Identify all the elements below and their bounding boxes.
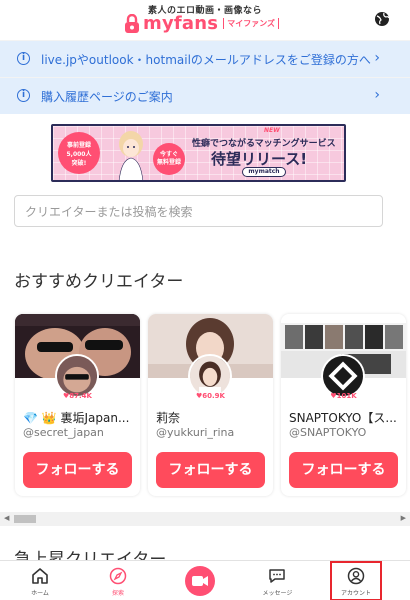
nav-explore[interactable]: 探索	[98, 561, 138, 600]
horizontal-scrollbar[interactable]: ◀ ▶	[0, 512, 410, 526]
promo-badge-registration: 事前登録 5,000人 突破!	[58, 132, 100, 174]
follow-button[interactable]: フォローする	[156, 452, 265, 488]
promo-brand-pill: mymatch	[242, 167, 286, 177]
creator-handle: @yukkuri_rina	[156, 426, 235, 439]
nav-live[interactable]	[180, 561, 220, 600]
follow-button[interactable]: フォローする	[289, 452, 398, 488]
creator-likes: ♥87.4K	[63, 392, 92, 400]
creator-card[interactable]: ♥87.4K 💎 👑 裏垢Japan... @secret_japan フォロー…	[15, 314, 140, 496]
nav-label: メッセージ	[262, 590, 293, 597]
bottom-nav: ホーム 探索 メッセージ アカウント	[0, 560, 410, 600]
creator-name: 莉奈	[156, 411, 181, 425]
creator-name: SNAPTOKYO【ス...	[289, 411, 397, 425]
promo-title: 待望リリース!	[211, 150, 308, 168]
creator-handle: @SNAPTOKYO	[289, 426, 367, 439]
info-icon: i	[17, 89, 30, 102]
logo-icon	[124, 13, 140, 34]
scroll-right-arrow-icon[interactable]: ▶	[401, 514, 406, 522]
brand-subtitle: マイファンズ	[223, 18, 280, 29]
chevron-right-icon: ›	[374, 50, 380, 66]
message-icon	[269, 569, 285, 583]
notice-text: live.jpやoutlook・hotmailのメールアドレスをご登録の方へ	[41, 53, 371, 67]
notice-purchase-history[interactable]: i 購入履歴ページのご案内 ›	[0, 78, 410, 114]
info-icon: i	[17, 52, 30, 65]
video-icon	[185, 566, 215, 596]
creator-handle: @secret_japan	[23, 426, 104, 439]
creator-card[interactable]: ♥60.9K 莉奈 @yukkuri_rina フォローする	[148, 314, 273, 496]
nav-account[interactable]: アカウント	[330, 561, 382, 600]
creator-card[interactable]: ♥101K SNAPTOKYO【ス... @SNAPTOKYO フォローする	[281, 314, 406, 496]
nav-label: 探索	[111, 590, 124, 597]
section-title-recommended: おすすめクリエイター	[14, 272, 184, 292]
user-icon	[347, 567, 365, 585]
creator-likes: ♥101K	[330, 392, 357, 400]
promo-new-label: NEW	[264, 127, 280, 134]
notice-email[interactable]: i live.jpやoutlook・hotmailのメールアドレスをご登録の方へ…	[0, 41, 410, 77]
creator-name: 💎 👑 裏垢Japan...	[23, 411, 130, 425]
nav-label: アカウント	[340, 590, 371, 597]
nav-messages[interactable]: メッセージ	[255, 561, 300, 600]
logo[interactable]: myfans マイファンズ	[124, 13, 280, 34]
app-header: 素人のエロ動画・画像なら myfans マイファンズ	[0, 0, 410, 40]
chevron-right-icon: ›	[374, 87, 380, 103]
promo-illustration	[118, 131, 144, 180]
nav-home[interactable]: ホーム	[20, 561, 60, 600]
creator-likes: ♥60.9K	[196, 392, 225, 400]
search-input[interactable]: クリエイターまたは投稿を検索	[14, 195, 383, 227]
follow-button[interactable]: フォローする	[23, 452, 132, 488]
scroll-left-arrow-icon[interactable]: ◀	[4, 514, 9, 522]
brand-name: myfans	[143, 13, 219, 34]
compass-icon	[109, 567, 127, 585]
home-icon	[32, 568, 48, 584]
notice-text: 購入履歴ページのご案内	[41, 90, 173, 104]
promo-banner[interactable]: 事前登録 5,000人 突破! 今すぐ 無料登録 NEW 性癖でつながるマッチン…	[51, 124, 346, 182]
globe-icon[interactable]	[374, 11, 390, 27]
promo-badge-signup: 今すぐ 無料登録	[153, 143, 185, 175]
scrollbar-thumb[interactable]	[14, 515, 36, 523]
nav-label: ホーム	[31, 590, 49, 597]
